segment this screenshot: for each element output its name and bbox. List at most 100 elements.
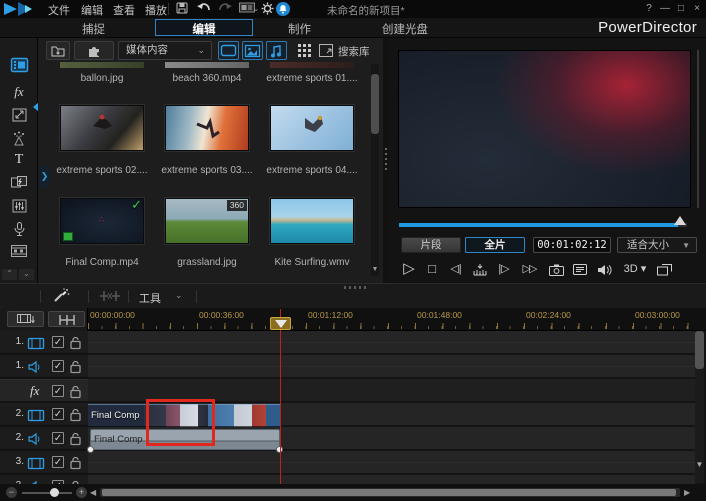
playhead-marker[interactable] [270, 317, 291, 330]
track-header[interactable]: 2. ✓ [0, 403, 88, 426]
next-frame-button[interactable]: |▷ [495, 260, 513, 278]
plugins-button[interactable] [74, 41, 114, 60]
save-icon[interactable] [174, 2, 189, 16]
media-thumbnail[interactable] [60, 62, 144, 68]
clip-handle[interactable] [87, 445, 94, 453]
magic-tools-wand-icon[interactable] [52, 288, 70, 309]
track-lane[interactable] [88, 355, 695, 378]
tab-capture[interactable]: 捕捉 [82, 21, 105, 37]
track-lock-icon[interactable] [70, 432, 81, 450]
track-lane[interactable] [88, 331, 695, 354]
hscroll-left-arrow-icon[interactable]: ◀ [90, 488, 96, 497]
library-scrollbar-thumb[interactable] [371, 74, 379, 134]
redo-icon[interactable] [217, 2, 232, 16]
filter-photo-button[interactable] [242, 41, 263, 60]
media-thumbnail[interactable] [165, 62, 249, 68]
track-header[interactable]: 2. ✓ [0, 427, 88, 450]
track-lock-icon[interactable] [70, 360, 81, 378]
search-library-button[interactable]: 搜索库 [338, 44, 370, 59]
menu-file[interactable]: 文件 [48, 2, 70, 18]
volume-speaker-icon[interactable] [595, 260, 615, 278]
play-button[interactable]: ▷ [401, 260, 417, 278]
snapshot-camera-icon[interactable] [547, 260, 565, 278]
clip-mode-button[interactable]: 片段 [401, 237, 461, 253]
track-header[interactable]: 3. ✓ [0, 451, 88, 474]
panel-expand-button[interactable]: ❯ [39, 166, 50, 188]
playhead-line[interactable] [280, 309, 281, 486]
tab-produce[interactable]: 制作 [288, 21, 311, 37]
rail-scroll-up-button[interactable]: ⌃ [2, 269, 17, 280]
media-item-label[interactable]: extreme sports 01.... [260, 73, 364, 84]
filter-video-button[interactable] [218, 41, 239, 60]
media-item-label[interactable]: ballon.jpg [50, 73, 154, 84]
timeline-zoom-handle[interactable] [50, 488, 59, 497]
track-lock-icon[interactable] [70, 336, 81, 354]
timeline-vscroll-down-icon[interactable]: ▼ [694, 460, 705, 469]
media-thumbnail[interactable]: 360 [165, 198, 249, 244]
track-enable-checkbox[interactable]: ✓ [52, 385, 64, 397]
media-thumbnail[interactable] [165, 105, 249, 151]
hscroll-right-arrow-icon[interactable]: ▶ [684, 488, 690, 497]
track-lock-icon[interactable] [70, 456, 81, 474]
tab-edit[interactable]: 编辑 [155, 19, 253, 36]
minimize-button[interactable]: — [658, 1, 672, 16]
media-thumbnail[interactable] [60, 105, 144, 151]
timeline-ruler[interactable]: 00:00:00:00 00:00:36:00 00:01:12:00 00:0… [0, 308, 706, 331]
media-thumbnail[interactable]: ∴ ✓ [60, 197, 144, 244]
stop-button[interactable]: □ [425, 260, 439, 278]
hscroll-thumb[interactable] [102, 489, 676, 496]
undo-icon[interactable] [196, 2, 211, 16]
tools-menu-caret-icon[interactable]: ⌄ [175, 290, 183, 301]
precision-zoom-button[interactable] [48, 311, 85, 327]
media-item-label[interactable]: extreme sports 02.... [50, 165, 154, 176]
particle-room-icon[interactable] [9, 131, 29, 149]
resize-thumbnails-button[interactable] [316, 41, 336, 60]
track-lane[interactable] [88, 451, 695, 474]
media-room-icon[interactable] [9, 57, 29, 76]
track-enable-checkbox[interactable]: ✓ [52, 360, 64, 372]
pip-objects-room-icon[interactable] [9, 108, 29, 126]
media-item-label[interactable]: Final Comp.mp4 [50, 257, 154, 268]
close-button[interactable]: × [690, 1, 704, 16]
track-enable-checkbox[interactable]: ✓ [52, 456, 64, 468]
title-room-icon[interactable]: T [9, 152, 29, 170]
tools-menu-button[interactable]: 工具 [139, 290, 161, 306]
crossfade-tool-icon[interactable] [100, 289, 120, 308]
media-thumbnail[interactable] [270, 62, 354, 68]
previous-frame-button[interactable]: ◁| [447, 260, 465, 278]
transition-room-icon[interactable] [9, 176, 29, 194]
zoom-in-button[interactable]: + [76, 487, 87, 498]
import-media-button[interactable] [46, 41, 70, 60]
3d-mode-button[interactable]: 3D ▾ [621, 260, 649, 278]
undock-preview-icon[interactable] [655, 260, 673, 278]
track-header[interactable]: 1. ✓ [0, 355, 88, 378]
preview-timecode[interactable]: 00:01:02:12 [533, 237, 611, 253]
tab-create-disc[interactable]: 创建光盘 [382, 21, 428, 37]
track-lock-icon[interactable] [70, 385, 81, 403]
aspect-ratio-caret-icon[interactable]: ⌄ [252, 2, 260, 16]
splitter-grip-icon[interactable] [344, 286, 366, 289]
media-item-label[interactable]: beach 360.mp4 [155, 73, 259, 84]
media-thumbnail[interactable] [270, 198, 354, 244]
track-header[interactable]: 1. ✓ [0, 331, 88, 354]
menu-play[interactable]: 播放 [145, 2, 167, 18]
menu-view[interactable]: 查看 [113, 2, 135, 18]
track-manager-button[interactable] [7, 311, 44, 327]
library-scroll-down-icon[interactable]: ▼ [370, 266, 380, 273]
effects-room-icon[interactable]: fx [9, 84, 29, 102]
timeline-zoom-slider[interactable] [22, 492, 72, 494]
media-item-label[interactable]: extreme sports 04.... [260, 165, 364, 176]
mixing-room-icon[interactable] [9, 199, 29, 217]
timeline-horizontal-scrollbar[interactable] [100, 488, 680, 497]
menu-edit[interactable]: 编辑 [81, 2, 103, 18]
seek-bar[interactable] [399, 223, 687, 227]
voiceover-mic-icon[interactable] [9, 222, 29, 240]
preview-quality-icon[interactable] [571, 260, 589, 278]
fast-forward-button[interactable]: ▷▷ [519, 260, 539, 278]
filter-music-button[interactable] [266, 41, 287, 60]
rail-scroll-down-button[interactable]: ⌄ [19, 269, 34, 280]
media-thumbnail[interactable] [270, 105, 354, 151]
notification-bell-icon[interactable] [275, 2, 290, 16]
movie-mode-button[interactable]: 全片 [465, 237, 525, 253]
zoom-fit-dropdown[interactable]: 适合大小 ▼ [617, 237, 697, 253]
